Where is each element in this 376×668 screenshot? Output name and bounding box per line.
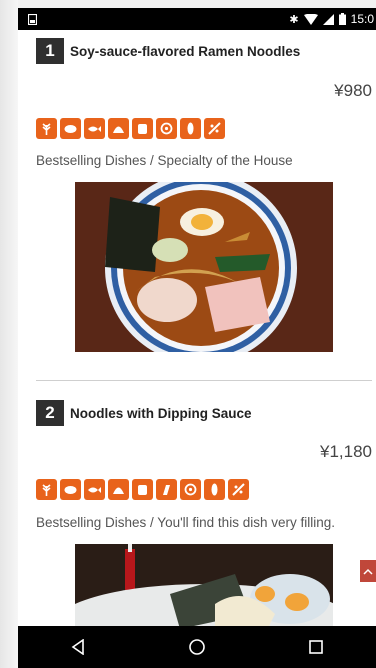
notification-icon — [28, 13, 37, 25]
wheat-icon — [36, 479, 57, 500]
item-number-badge: 1 — [36, 38, 64, 64]
item-price: ¥1,180 — [320, 442, 372, 461]
shellfish-icon — [108, 479, 129, 500]
allergen-icons — [36, 118, 225, 139]
sesame-icon — [228, 479, 249, 500]
shellfish-icon — [108, 118, 129, 139]
recents-icon — [309, 640, 324, 654]
scroll-to-top-button[interactable] — [360, 560, 376, 582]
grain-icon — [180, 118, 201, 139]
item-title: Noodles with Dipping Sauce — [70, 405, 252, 421]
egg-icon — [132, 118, 153, 139]
menu-screen[interactable]: 1 Soy-sauce-flavored Ramen Noodles ¥980 … — [18, 30, 376, 626]
fish-icon — [84, 479, 105, 500]
pork-icon — [60, 118, 81, 139]
soy-icon — [156, 118, 177, 139]
item-description: Bestselling Dishes / You'll find this di… — [36, 515, 335, 530]
tsukemen-photo — [75, 544, 333, 626]
home-button[interactable] — [177, 627, 217, 667]
wheat-icon — [36, 118, 57, 139]
menu-item[interactable]: 1 Soy-sauce-flavored Ramen Noodles ¥980 … — [18, 30, 376, 380]
sesame-icon — [204, 118, 225, 139]
item-divider — [36, 380, 372, 381]
status-bar: ✱ 15:0 — [18, 8, 376, 30]
soy-icon — [180, 479, 201, 500]
navigation-bar — [18, 626, 376, 668]
allergen-icons — [36, 479, 249, 500]
back-button[interactable] — [58, 627, 98, 667]
item-title: Soy-sauce-flavored Ramen Noodles — [70, 43, 301, 59]
ramen-bowl-photo — [75, 182, 333, 352]
egg-icon — [132, 479, 153, 500]
bluetooth-icon: ✱ — [289, 13, 299, 26]
pork-icon — [60, 479, 81, 500]
item-price: ¥980 — [334, 81, 372, 100]
status-time: 15:0 — [350, 12, 374, 26]
left-edge — [0, 0, 18, 668]
item-description: Bestselling Dishes / Specialty of the Ho… — [36, 153, 293, 168]
signal-icon — [322, 13, 334, 25]
chicken-icon — [156, 479, 177, 500]
item-number-badge: 2 — [36, 400, 64, 426]
menu-item[interactable]: 2 Noodles with Dipping Sauce ¥1,180 Best… — [18, 390, 376, 626]
battery-icon — [338, 13, 346, 25]
grain-icon — [204, 479, 225, 500]
recents-button[interactable] — [296, 627, 336, 667]
back-icon — [71, 639, 84, 655]
home-icon — [189, 639, 205, 655]
wifi-icon — [303, 13, 318, 25]
fish-icon — [84, 118, 105, 139]
